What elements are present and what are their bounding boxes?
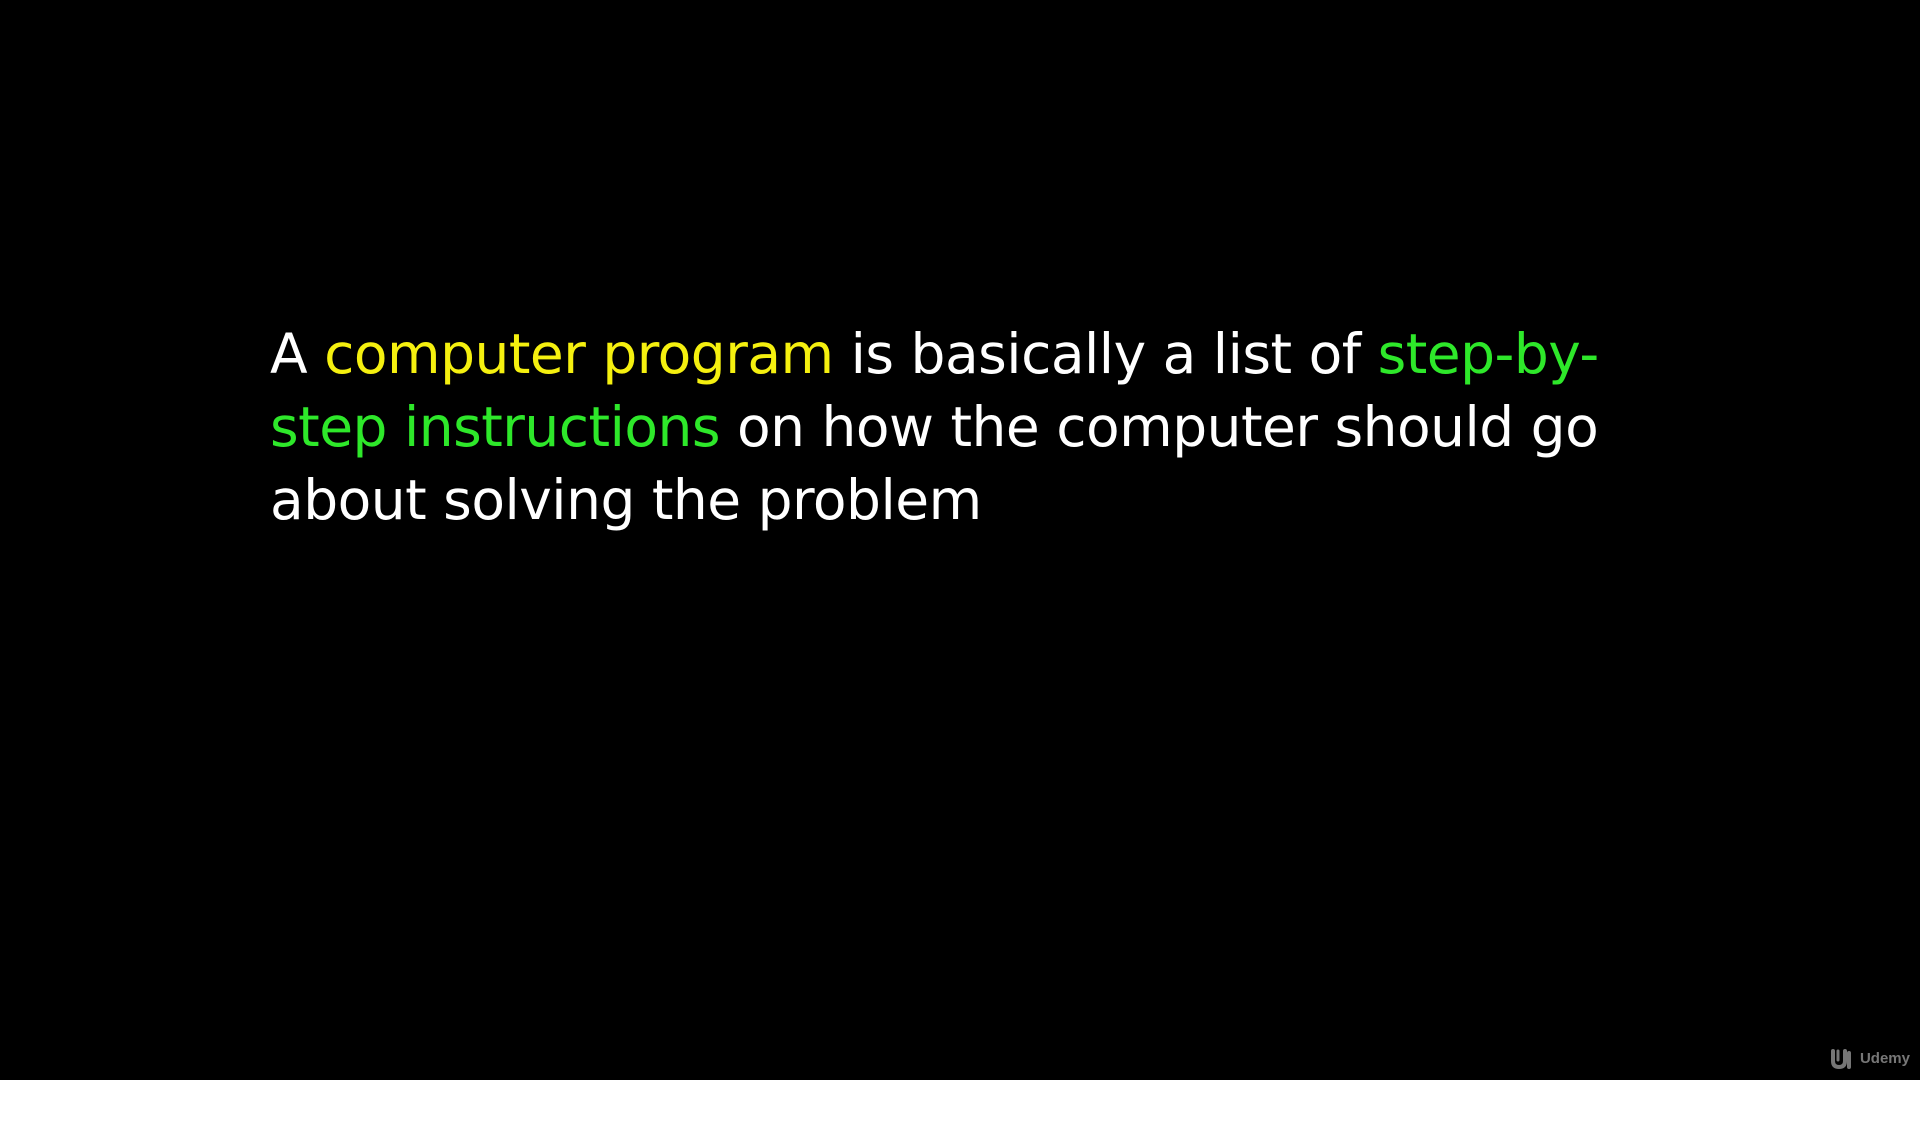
slide-text: A computer program is basically a list o… — [270, 318, 1690, 537]
slide-text-a: A — [270, 322, 325, 386]
video-frame[interactable]: A computer program is basically a list o… — [0, 0, 1920, 1080]
udemy-logo-icon — [1830, 1049, 1851, 1069]
below-video-area — [0, 1080, 1920, 1134]
udemy-watermark: Udemy — [1830, 1047, 1910, 1069]
highlight-computer-program: computer program — [324, 322, 834, 386]
slide-text-middle: is basically a list of — [833, 322, 1378, 386]
watermark-label: Udemy — [1859, 1049, 1910, 1067]
